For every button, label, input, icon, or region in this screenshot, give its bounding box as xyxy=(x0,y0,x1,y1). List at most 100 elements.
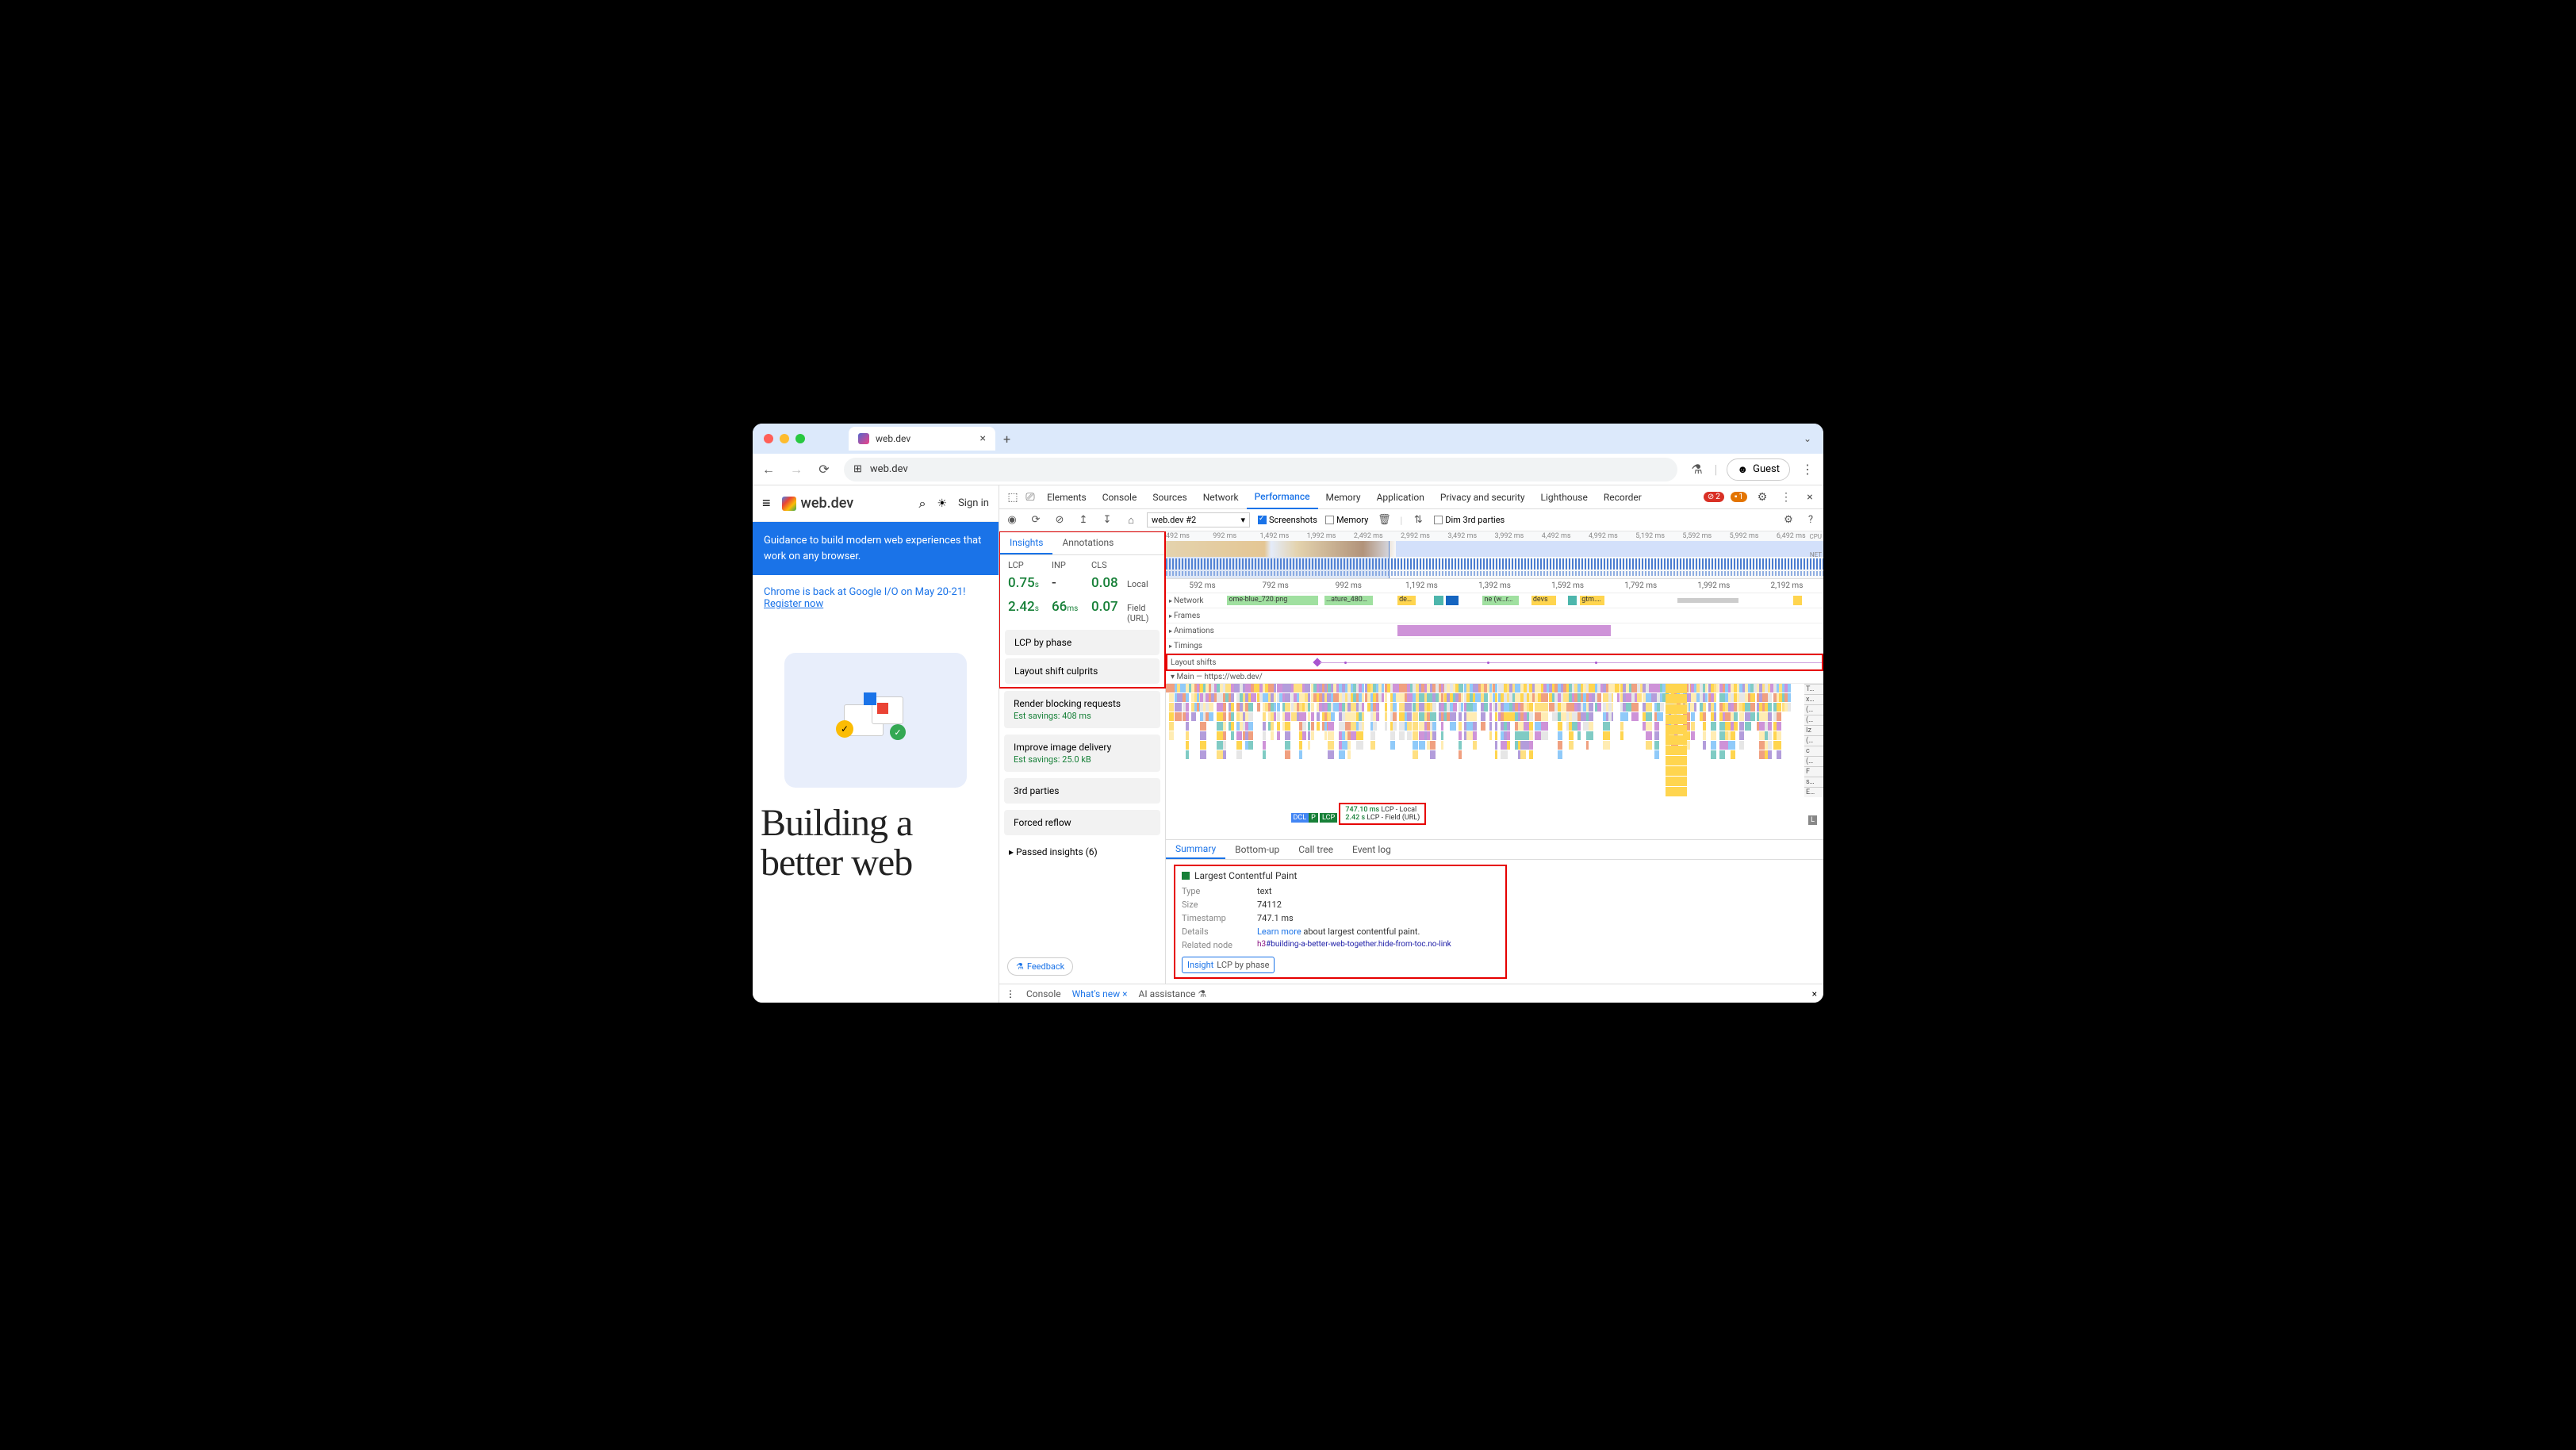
calltree-tab[interactable]: Call tree xyxy=(1289,844,1343,855)
devtools-tab-privacy-and-security[interactable]: Privacy and security xyxy=(1432,485,1533,509)
summary-panel: Largest Contentful Paint Typetext Size74… xyxy=(1166,860,1823,984)
reload-record-icon[interactable]: ⟳ xyxy=(1028,514,1044,526)
flame-chart: T…x…(…(…Iz(…c(…Fs…E… DCLP LCP 747.10 ms … xyxy=(1166,684,1823,827)
devtools-tab-memory[interactable]: Memory xyxy=(1318,485,1369,509)
hero-image: ✓ ✓ xyxy=(784,653,967,788)
browser-menu-icon[interactable]: ⋮ xyxy=(1800,462,1815,477)
drawer-menu-icon[interactable]: ⋮ xyxy=(1006,988,1015,999)
recording-select[interactable]: web.dev #2▾ xyxy=(1147,512,1250,527)
devtools: ⬚ ⎚ ElementsConsoleSourcesNetworkPerform… xyxy=(999,485,1823,1003)
feedback-button[interactable]: ⚗ Feedback xyxy=(1007,957,1073,976)
tracks[interactable]: ▸Network ome-blue_720.png …ature_480… de… xyxy=(1166,593,1823,839)
passed-insights[interactable]: ▸ Passed insights (6) xyxy=(999,838,1165,865)
search-icon[interactable]: ⌕ xyxy=(919,496,926,512)
browser-tab[interactable]: web.dev × xyxy=(849,427,995,451)
main-thread-label: ▾ Main — https://web.dev/ xyxy=(1166,671,1823,684)
omnibox[interactable]: ⊞ web.dev xyxy=(844,458,1677,481)
summary-tab[interactable]: Summary xyxy=(1166,840,1225,859)
insight-layout-shift[interactable]: Layout shift culprits xyxy=(1005,658,1160,684)
site-settings-icon[interactable]: ⊞ xyxy=(853,463,862,475)
lcp-callout: 747.10 ms LCP - Local 2.42 s LCP - Field… xyxy=(1339,803,1426,825)
memory-checkbox[interactable]: Memory xyxy=(1325,515,1368,525)
theme-toggle-icon[interactable]: ☀ xyxy=(937,497,948,510)
annotations-tab[interactable]: Annotations xyxy=(1052,532,1123,554)
site-header: ≡ web.dev ⌕ ☀ Sign in xyxy=(753,485,999,522)
labs-icon[interactable]: ⚗ xyxy=(1689,462,1705,477)
signin-link[interactable]: Sign in xyxy=(958,497,989,509)
back-button[interactable]: ← xyxy=(761,462,776,478)
bottomup-tab[interactable]: Bottom-up xyxy=(1225,844,1289,855)
inspect-icon[interactable]: ⬚ xyxy=(1004,491,1022,504)
guidance-banner: Guidance to build modern web experiences… xyxy=(753,522,999,575)
insight-render-blocking[interactable]: Render blocking requests Est savings: 40… xyxy=(1004,691,1160,728)
learn-more-link[interactable]: Learn more xyxy=(1257,926,1301,937)
overview[interactable]: 492 ms992 ms1,492 ms1,992 ms2,492 ms2,99… xyxy=(1166,531,1823,579)
clear-icon[interactable]: ⊘ xyxy=(1052,514,1068,526)
devtools-tab-recorder[interactable]: Recorder xyxy=(1596,485,1650,509)
url-text: web.dev xyxy=(870,463,908,475)
record-icon[interactable]: ◉ xyxy=(1004,514,1020,526)
menu-icon[interactable]: ≡ xyxy=(762,495,771,512)
insight-image-delivery[interactable]: Improve image delivery Est savings: 25.0… xyxy=(1004,735,1160,772)
timeline: 492 ms992 ms1,492 ms1,992 ms2,492 ms2,99… xyxy=(1166,531,1823,984)
logo-icon xyxy=(782,497,796,511)
hero-title: Building a better web xyxy=(753,804,999,892)
profile-button[interactable]: ☻ Guest xyxy=(1727,458,1790,481)
devtools-tab-lighthouse[interactable]: Lighthouse xyxy=(1533,485,1596,509)
tab-title: web.dev xyxy=(876,433,910,444)
insight-chip[interactable]: Insight LCP by phase xyxy=(1182,957,1275,973)
drawer-ai-tab[interactable]: AI assistance ⚗ xyxy=(1139,988,1207,999)
filter-icon[interactable]: ⇅ xyxy=(1410,514,1426,526)
close-devtools-icon[interactable]: × xyxy=(1801,491,1819,504)
settings-icon[interactable]: ⚙ xyxy=(1754,491,1771,504)
insight-lcp-phase[interactable]: LCP by phase xyxy=(1005,630,1160,655)
gc-icon[interactable]: 🗑 xyxy=(1376,514,1392,526)
insight-3rd-parties[interactable]: 3rd parties xyxy=(1004,778,1160,804)
window-controls xyxy=(764,434,805,443)
new-tab-button[interactable]: + xyxy=(1003,432,1010,447)
devtools-tab-elements[interactable]: Elements xyxy=(1039,485,1094,509)
devtools-tab-application[interactable]: Application xyxy=(1369,485,1432,509)
tabs-dropdown-icon[interactable]: ⌄ xyxy=(1804,433,1811,444)
site-logo[interactable]: web.dev xyxy=(782,495,854,512)
close-window-button[interactable] xyxy=(764,434,773,443)
devtools-tabs: ⬚ ⎚ ElementsConsoleSourcesNetworkPerform… xyxy=(999,485,1823,509)
devtools-tab-console[interactable]: Console xyxy=(1094,485,1145,509)
maximize-window-button[interactable] xyxy=(795,434,805,443)
layout-shifts-track: Layout shifts xyxy=(1166,654,1823,671)
screenshots-checkbox[interactable]: Screenshots xyxy=(1258,515,1317,525)
perf-settings-icon[interactable]: ⚙ xyxy=(1781,514,1796,526)
close-tab-icon[interactable]: × xyxy=(980,432,986,445)
device-toggle-icon[interactable]: ⎚ xyxy=(1022,491,1039,504)
detail-tabs: Summary Bottom-up Call tree Event log xyxy=(1166,839,1823,860)
help-icon[interactable]: ? xyxy=(1803,514,1819,526)
flask-icon: ⚗ xyxy=(1016,961,1024,972)
guest-avatar-icon: ☻ xyxy=(1737,463,1748,476)
more-icon[interactable]: ⋮ xyxy=(1777,491,1795,504)
upload-icon[interactable]: ↥ xyxy=(1075,514,1091,526)
eventlog-tab[interactable]: Event log xyxy=(1343,844,1401,855)
register-link[interactable]: Register now xyxy=(764,598,823,610)
warning-badge[interactable]: ▪ 1 xyxy=(1731,492,1747,502)
home-icon[interactable]: ⌂ xyxy=(1123,514,1139,527)
drawer-console-tab[interactable]: Console xyxy=(1026,988,1061,999)
dim-3p-checkbox[interactable]: Dim 3rd parties xyxy=(1434,515,1505,525)
insight-forced-reflow[interactable]: Forced reflow xyxy=(1004,810,1160,835)
page-content: ≡ web.dev ⌕ ☀ Sign in Guidance to build … xyxy=(753,485,999,1003)
console-drawer: ⋮ Console What's new × AI assistance ⚗ × xyxy=(999,984,1823,1003)
drawer-whatsnew-tab[interactable]: What's new × xyxy=(1072,988,1128,999)
download-icon[interactable]: ↧ xyxy=(1099,514,1115,526)
minimize-window-button[interactable] xyxy=(780,434,789,443)
local-label: Local xyxy=(1127,579,1163,589)
devtools-tab-sources[interactable]: Sources xyxy=(1144,485,1194,509)
forward-button[interactable]: → xyxy=(788,462,804,478)
reload-button[interactable]: ⟳ xyxy=(816,462,832,477)
devtools-tab-network[interactable]: Network xyxy=(1195,485,1247,509)
drawer-close-icon[interactable]: × xyxy=(1812,988,1817,999)
io-banner: Chrome is back at Google I/O on May 20-2… xyxy=(753,575,999,621)
error-badge[interactable]: ⊘ 2 xyxy=(1704,492,1724,502)
insights-tab[interactable]: Insights xyxy=(1000,532,1052,554)
insights-panel: Insights Annotations LCP INP CLS 0.75s - xyxy=(999,531,1166,984)
devtools-tab-performance[interactable]: Performance xyxy=(1247,485,1318,509)
perf-toolbar: ◉ ⟳ ⊘ ↥ ↧ ⌂ web.dev #2▾ Screenshots Memo… xyxy=(999,509,1823,531)
